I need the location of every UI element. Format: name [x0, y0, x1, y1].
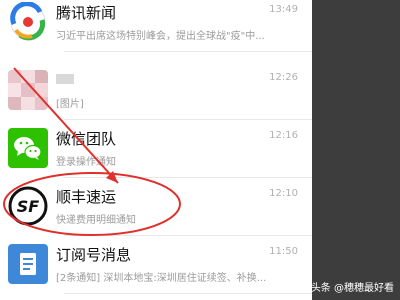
chat-name: 顺丰速运 [56, 188, 117, 206]
chat-name: 微信团队 [56, 130, 117, 148]
background-strip [312, 0, 400, 300]
chat-name: 腾讯新闻 [56, 4, 117, 22]
chat-preview: [图片] [56, 99, 84, 110]
divider [64, 51, 312, 52]
blurred-name [56, 74, 74, 84]
wechat-icon [8, 128, 48, 168]
watermark: 头条 @穗穗最好看 [310, 283, 394, 294]
tencent-news-icon [8, 2, 48, 42]
chat-row-subscriptions[interactable]: 订阅号消息 [2条通知] 深圳本地宝:深圳居住证续签、补换... 11:50 [0, 236, 312, 294]
subscription-icon [8, 244, 48, 284]
chat-time: 12:26 [269, 72, 298, 83]
chat-time: 12:16 [269, 130, 298, 141]
chat-row-tencent-news[interactable]: 腾讯新闻 习近平出席这场特别峰会，提出全球战"疫"中... 13:49 [0, 0, 312, 52]
sf-express-icon: SF [8, 186, 48, 226]
chat-row-sf-express[interactable]: SF 顺丰速运 快递费用明细通知 12:10 [0, 178, 312, 236]
chat-preview: [2条通知] 深圳本地宝:深圳居住证续签、补换... [56, 273, 267, 284]
chat-time: 13:49 [269, 4, 298, 15]
chat-preview: 登录操作通知 [56, 157, 116, 168]
blurred-avatar [8, 70, 48, 110]
chat-time: 11:50 [269, 246, 298, 257]
chat-preview: 快递费用明细通知 [56, 215, 136, 226]
chat-row-blurred[interactable]: [图片] 12:26 [0, 62, 312, 120]
svg-text:SF: SF [17, 197, 40, 216]
chat-time: 12:10 [269, 188, 298, 199]
chat-row-wechat-team[interactable]: 微信团队 登录操作通知 12:16 [0, 120, 312, 178]
chat-preview: 习近平出席这场特别峰会，提出全球战"疫"中... [56, 31, 265, 42]
chat-name: 订阅号消息 [56, 246, 132, 264]
chat-list-panel: 腾讯新闻 习近平出席这场特别峰会，提出全球战"疫"中... 13:49 [图片]… [0, 0, 312, 300]
divider [64, 293, 312, 294]
